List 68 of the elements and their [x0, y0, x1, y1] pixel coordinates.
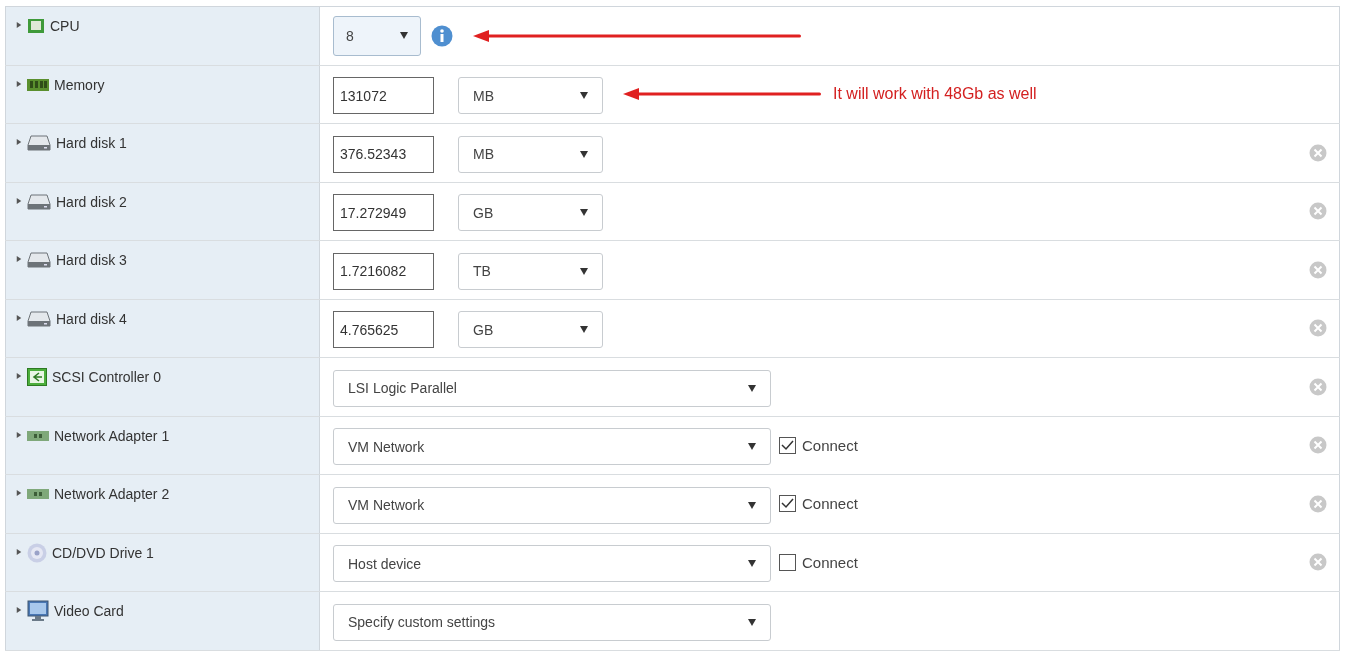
expand-arrow-icon[interactable] — [16, 138, 22, 146]
caret-icon — [580, 209, 588, 217]
size-field[interactable]: 131072 — [333, 77, 434, 115]
monitor-icon — [27, 600, 49, 622]
device-label: Hard disk 2 — [56, 192, 127, 211]
hard-drive-icon — [27, 252, 51, 268]
expand-arrow-icon[interactable] — [16, 606, 22, 614]
device-label: Hard disk 3 — [56, 251, 127, 269]
dropdown[interactable]: GB — [458, 194, 603, 232]
checkbox-label: Connect — [802, 436, 858, 454]
checkbox[interactable] — [779, 495, 796, 513]
device-label: Hard disk 4 — [56, 309, 127, 328]
size-field[interactable]: 376.52343 — [333, 135, 434, 173]
memory-module-icon — [27, 77, 49, 92]
dropdown[interactable]: VM Network — [333, 428, 771, 466]
network-card-icon — [27, 488, 49, 500]
device-label: Network Adapter 2 — [54, 485, 170, 503]
expand-arrow-icon[interactable] — [16, 547, 22, 556]
caret-icon — [580, 92, 588, 100]
device-label: CPU — [50, 17, 80, 35]
checkbox-label: Connect — [802, 553, 858, 571]
dropdown[interactable]: TB — [458, 252, 603, 290]
hard-drive-icon — [27, 193, 51, 210]
dropdown[interactable]: GB — [458, 311, 603, 349]
expand-arrow-icon[interactable] — [16, 79, 22, 88]
dropdown[interactable]: MB — [458, 77, 603, 115]
expand-arrow-icon[interactable] — [16, 430, 22, 439]
dropdown[interactable]: 8 — [333, 15, 421, 56]
info-icon[interactable] — [431, 24, 453, 47]
device-label: Video Card — [54, 602, 124, 620]
device-label: Memory — [54, 75, 105, 94]
caret-icon — [748, 501, 756, 509]
controller-icon — [27, 368, 47, 386]
expand-arrow-icon[interactable] — [16, 313, 22, 322]
size-field[interactable]: 4.765625 — [333, 311, 434, 349]
device-label: Network Adapter 1 — [54, 426, 170, 445]
expand-arrow-icon[interactable] — [16, 255, 22, 263]
hard-drive-icon — [27, 135, 51, 151]
chip-icon — [27, 18, 45, 34]
dropdown[interactable]: MB — [458, 135, 603, 173]
hard-drive-icon — [27, 310, 51, 327]
caret-icon — [580, 267, 588, 275]
size-field[interactable]: 17.272949 — [333, 194, 434, 232]
dropdown[interactable]: VM Network — [333, 486, 771, 524]
expand-arrow-icon[interactable] — [16, 21, 22, 29]
network-card-icon — [27, 429, 49, 442]
device-label: Hard disk 1 — [56, 134, 127, 152]
device-label: CD/DVD Drive 1 — [52, 543, 154, 562]
dropdown[interactable]: LSI Logic Parallel — [333, 369, 771, 407]
expand-arrow-icon[interactable] — [16, 489, 22, 497]
caret-icon — [580, 150, 588, 158]
disc-icon — [27, 542, 47, 563]
checkbox-label: Connect — [802, 495, 858, 513]
caret-icon — [580, 326, 588, 334]
expand-arrow-icon[interactable] — [16, 372, 22, 380]
caret-icon — [748, 443, 756, 451]
expand-arrow-icon[interactable] — [16, 196, 22, 205]
caret-icon — [748, 560, 756, 568]
checkbox[interactable] — [779, 553, 796, 571]
caret-icon — [400, 32, 408, 40]
size-field[interactable]: 1.7216082 — [333, 252, 434, 290]
caret-icon — [748, 384, 756, 392]
caret-icon — [748, 618, 756, 626]
dropdown[interactable]: Host device — [333, 545, 771, 583]
annotation: It will work with 48Gb as well — [833, 85, 1037, 104]
device-label: SCSI Controller 0 — [52, 368, 161, 386]
checkbox[interactable] — [779, 436, 796, 454]
dropdown[interactable]: Specify custom settings — [333, 603, 771, 641]
